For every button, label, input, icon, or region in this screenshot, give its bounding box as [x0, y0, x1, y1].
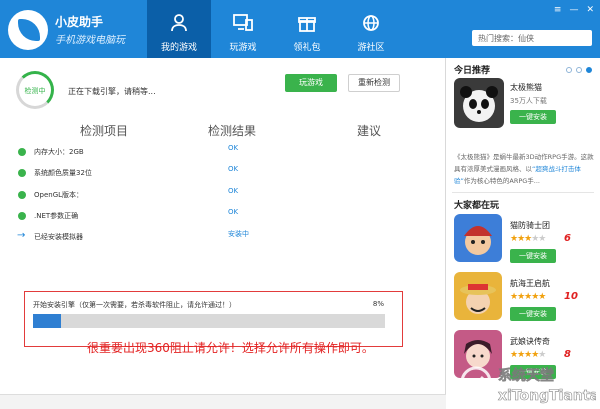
check-result: OK	[228, 144, 239, 152]
check-label: .NET参数正确	[34, 212, 79, 220]
svg-text:xiTongTiantang: xiTongTiantang	[498, 388, 596, 404]
popular-title: 大家都在玩	[454, 201, 500, 211]
tab-label: 游社区	[357, 43, 385, 53]
check-row: → 已经安装模拟器 安装中	[16, 229, 436, 249]
tab-community[interactable]: 游社区	[339, 0, 403, 58]
column-header-item: 检测项目	[80, 124, 129, 138]
install-progress-bar	[33, 314, 385, 328]
monitor-icon	[233, 14, 253, 31]
featured-install-button[interactable]: 一键安装	[510, 110, 556, 124]
check-result: OK	[228, 208, 239, 216]
column-header-advice: 建议	[357, 124, 382, 138]
check-label: 系统颜色质量32位	[34, 169, 92, 177]
app-logo	[8, 10, 48, 50]
game-name[interactable]: 武娘诀传奇	[510, 336, 550, 347]
main-nav: 我的游戏 玩游戏 领礼包 游社区	[147, 0, 403, 58]
check-result: OK	[228, 187, 239, 195]
check-result: OK	[228, 165, 239, 173]
recheck-button[interactable]: 重新检测	[348, 74, 400, 92]
divider	[452, 192, 594, 193]
gift-icon	[298, 17, 316, 32]
game-thumbnail[interactable]	[454, 214, 502, 262]
check-result: 安装中	[228, 230, 249, 238]
check-icon	[18, 148, 26, 156]
carousel-dots	[566, 67, 592, 73]
game-thumbnail[interactable]	[454, 272, 502, 320]
tab-label: 我的游戏	[160, 43, 197, 53]
rating-stars: ★★★★★	[510, 234, 546, 244]
featured-game-downloads: 35万人下载	[510, 97, 547, 105]
recommend-sidebar: 今日推荐 太极熊猫 35万人下载 一键安装 《太极熊猫》是蜗牛最新3D动作RPG…	[446, 58, 600, 409]
brand-subtitle: 手机游戏电脑玩	[55, 35, 125, 46]
check-row: 系统颜色质量32位 OK	[16, 165, 436, 185]
top-header: 小皮助手 手机游戏电脑玩 我的游戏 玩游戏 领礼包 游社区 ≡ — ✕ 热门搜索…	[0, 0, 600, 58]
check-label: 内存大小：2GB	[34, 148, 84, 156]
site-watermark: 系统天堂 xiTongTiantang	[458, 358, 600, 406]
game-name[interactable]: 航海王启航	[510, 278, 550, 289]
check-icon	[18, 169, 26, 177]
status-message: 正在下载引擎，请稍等...	[68, 87, 156, 96]
brand-name: 小皮助手	[55, 15, 104, 29]
carousel-dot[interactable]	[566, 67, 572, 73]
user-icon	[171, 14, 187, 32]
warning-notice: 很重要出现360阻止请允许！选择允许所有操作即可。	[87, 341, 374, 355]
tab-label: 玩游戏	[229, 43, 257, 53]
install-button[interactable]: 一键安装	[510, 249, 556, 263]
install-progress-fill	[33, 314, 62, 328]
close-icon[interactable]: ✕	[586, 5, 594, 15]
carousel-dot[interactable]	[586, 67, 592, 73]
featured-game-description: 《太极熊猫》是蜗牛最新3D动作RPG手游。这款具有浓厚美式漫画风格、以“超爽战斗…	[454, 151, 596, 187]
leaf-icon	[18, 19, 40, 41]
tab-my-games[interactable]: 我的游戏	[147, 0, 211, 58]
pirate-icon	[454, 272, 502, 320]
check-label: OpenGL版本：	[34, 191, 84, 199]
search-input[interactable]: 热门搜索：仙侠	[472, 30, 592, 46]
watermark-logo: 系统天堂 xiTongTiantang	[460, 366, 600, 404]
svg-text:系统天堂: 系统天堂	[498, 367, 554, 384]
tab-gift-packs[interactable]: 领礼包	[275, 0, 339, 58]
minimize-icon[interactable]: —	[569, 5, 578, 15]
menu-icon[interactable]: ≡	[554, 5, 562, 15]
game-name[interactable]: 猫防骑士团	[510, 220, 550, 231]
panda-icon	[454, 78, 504, 128]
featured-game-name[interactable]: 太极熊猫	[510, 82, 542, 93]
rating-stars: ★★★★★	[510, 292, 546, 302]
game-score: 6	[564, 233, 571, 244]
desc-text: 作为核心特色的ARPG手...	[463, 177, 540, 185]
check-icon	[18, 212, 26, 220]
globe-icon	[363, 15, 379, 31]
featured-game-thumbnail[interactable]	[454, 78, 504, 128]
play-game-button[interactable]: 玩游戏	[285, 74, 337, 92]
game-score: 10	[564, 291, 578, 302]
install-message: 开始安装引擎（仅第一次需要，若杀毒软件阻止，请允许通过！）	[33, 301, 236, 309]
check-label: 已经安装模拟器	[34, 233, 83, 241]
today-recommend-title: 今日推荐	[454, 66, 491, 76]
status-ring-label: 检测中	[24, 87, 46, 95]
detection-panel: 检测中 正在下载引擎，请稍等... 玩游戏 重新检测 检测项目 检测结果 建议 …	[0, 58, 446, 409]
arrow-right-icon: →	[17, 230, 26, 241]
tab-label: 领礼包	[293, 43, 321, 53]
carousel-dot[interactable]	[576, 67, 582, 73]
install-percent: 8%	[372, 300, 384, 308]
check-row: .NET参数正确 OK	[16, 208, 436, 228]
bottom-bar	[0, 394, 446, 409]
column-header-result: 检测结果	[208, 124, 257, 138]
knight-icon	[454, 214, 502, 262]
window-controls: ≡ — ✕	[554, 5, 594, 15]
tab-play-games[interactable]: 玩游戏	[211, 0, 275, 58]
check-row: 内存大小：2GB OK	[16, 144, 436, 164]
install-button[interactable]: 一键安装	[510, 307, 556, 321]
check-icon	[18, 191, 26, 199]
status-ring: 检测中	[16, 71, 54, 109]
check-row: OpenGL版本： OK	[16, 187, 436, 207]
